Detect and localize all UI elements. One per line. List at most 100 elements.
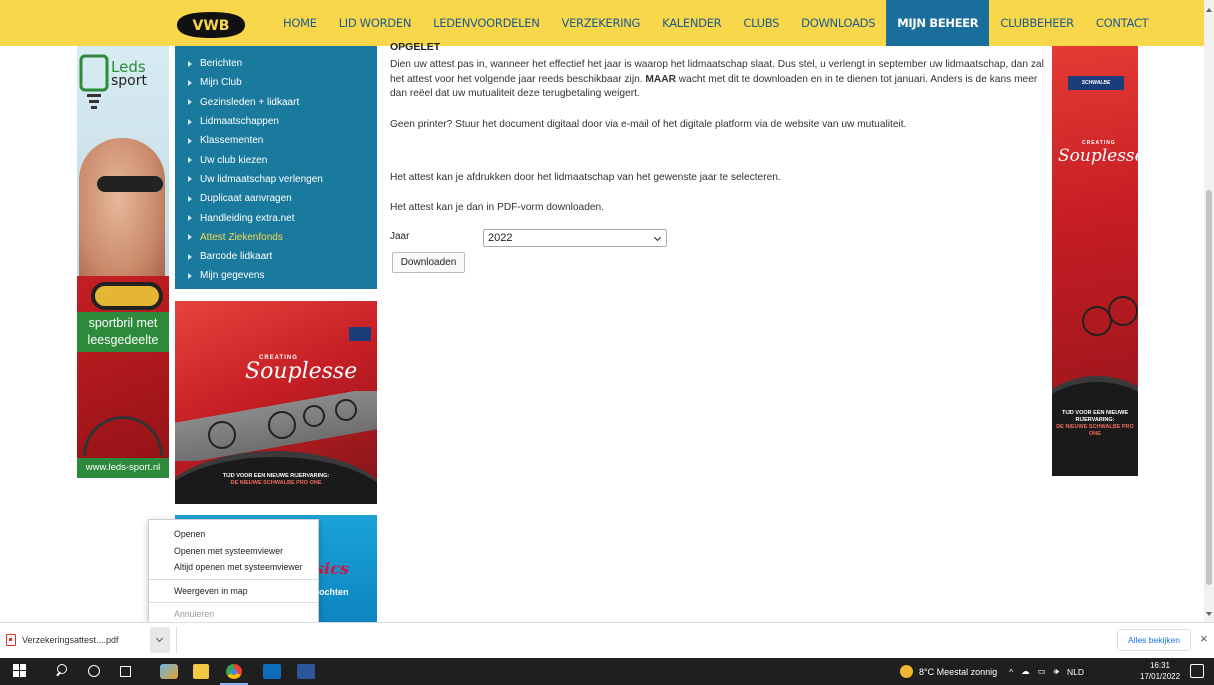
- sidebar-item-uw-club-kiezen[interactable]: Uw club kiezen: [175, 150, 377, 169]
- sidebar-item-uw-lidmaatschap-verlengen[interactable]: Uw lidmaatschap verlengen: [175, 170, 377, 189]
- sidebar-item-attest-ziekenfonds[interactable]: Attest Ziekenfonds: [175, 228, 377, 247]
- nav-mijn-beheer[interactable]: MIJN BEHEER: [886, 0, 990, 46]
- top-navigation: VWB HOME LID WORDEN LEDENVOORDELEN VERZEKER…: [0, 0, 1214, 46]
- bike-wheel-icon: [268, 411, 296, 439]
- caret-right-icon: [188, 195, 192, 202]
- vwb-logo[interactable]: VWB: [173, 10, 249, 40]
- menu-item-altijd-openen-met-systeemviewer[interactable]: Altijd openen met systeemviewer: [149, 559, 318, 576]
- ad-tagline: TIJD VOOR EEN NIEUWE RIJERVARING:: [1061, 410, 1128, 423]
- sidebar-item-label: Klassementen: [200, 135, 264, 147]
- sportbril-icon: [91, 282, 163, 310]
- sidebar-item-label: Uw lidmaatschap verlengen: [200, 173, 323, 185]
- sidebar-item-handleiding-extra-net[interactable]: Handleiding extra.net: [175, 208, 377, 227]
- nav-downloads[interactable]: DOWNLOADS: [790, 0, 886, 46]
- nav-verzekering[interactable]: VERZEKERING: [551, 0, 652, 46]
- close-download-bar-icon[interactable]: ×: [1200, 632, 1208, 646]
- search-icon[interactable]: [54, 664, 68, 679]
- ad-model-face: [79, 138, 165, 288]
- ad-sub: ochten: [319, 587, 349, 597]
- schwalbe-badge-icon: [349, 327, 371, 341]
- taskbar-clock[interactable]: 16:31 17/01/2022: [1140, 660, 1180, 682]
- sport-brand-text: sport: [111, 73, 147, 89]
- browser-page: VWB HOME LID WORDEN LEDENVOORDELEN VERZEKER…: [0, 0, 1214, 685]
- cortana-icon[interactable]: [87, 664, 101, 679]
- tray-overflow-icon[interactable]: ^: [1009, 667, 1013, 677]
- volume-icon[interactable]: 🕪: [1054, 666, 1059, 677]
- sidebar-item-mijn-club[interactable]: Mijn Club: [175, 73, 377, 92]
- nav-ledenvoordelen[interactable]: LEDENVOORDELEN: [422, 0, 550, 46]
- menu-item-openen-met-systeemviewer[interactable]: Openen met systeemviewer: [149, 543, 318, 560]
- bike-wheel-icon: [303, 405, 325, 427]
- sidebar-item-label: Berichten: [200, 58, 243, 70]
- outlook-icon[interactable]: [263, 664, 281, 679]
- notification-center-icon[interactable]: [1190, 664, 1204, 678]
- sidebar-item-barcode-lidkaart[interactable]: Barcode lidkaart: [175, 247, 377, 266]
- nav-kalender[interactable]: KALENDER: [651, 0, 732, 46]
- ad-tagline: TIJD VOOR EEN NIEUWE RIJERVARING:: [222, 473, 330, 479]
- task-view-icon[interactable]: [119, 664, 133, 679]
- menu-item-annuleren: Annuleren: [174, 609, 215, 619]
- file-explorer-icon[interactable]: [193, 664, 209, 679]
- pdf-file-icon: [6, 634, 16, 646]
- sidebar-item-label: Attest Ziekenfonds: [200, 231, 283, 243]
- schwalbe-ad[interactable]: CREATING Souplesse TIJD VOOR EEN NIEUWE …: [175, 301, 377, 504]
- bike-wheel-icon: [208, 421, 236, 449]
- network-icon[interactable]: ▭: [1038, 666, 1046, 677]
- caret-right-icon: [188, 215, 192, 222]
- divider: [176, 627, 177, 653]
- windows-start-icon[interactable]: [13, 664, 27, 679]
- clock-date: 17/01/2022: [1140, 672, 1181, 681]
- leds-sport-ad[interactable]: Leds sport sportbril met leesgedeelte ww…: [77, 46, 169, 478]
- chrome-icon[interactable]: [226, 664, 242, 679]
- sidebar-item-label: Gezinsleden + lidkaart: [200, 96, 300, 108]
- nav-home[interactable]: HOME: [272, 0, 328, 46]
- language-indicator[interactable]: NLD: [1067, 667, 1084, 677]
- bike-wheel-icon: [335, 399, 357, 421]
- word-icon[interactable]: [297, 664, 315, 679]
- download-button[interactable]: Downloaden: [392, 252, 465, 273]
- leds-brand-text: Leds: [111, 58, 146, 76]
- menu-item-weergeven-in-map[interactable]: Weergeven in map: [149, 583, 318, 600]
- show-all-downloads-button[interactable]: Alles bekijken: [1117, 629, 1191, 651]
- sidebar-item-lidmaatschappen[interactable]: Lidmaatschappen: [175, 112, 377, 131]
- caret-right-icon: [188, 253, 192, 260]
- caret-right-icon: [188, 234, 192, 241]
- weather-text[interactable]: 8°C Meestal zonnig: [919, 667, 997, 677]
- page-scrollbar[interactable]: [1204, 0, 1214, 622]
- ad-headline: Souplesse: [245, 359, 358, 384]
- year-select[interactable]: 2022: [483, 229, 667, 247]
- schwalbe-skyscraper-ad[interactable]: SCHWALBE CREATING Souplesse TIJD VOOR EE…: [1052, 46, 1138, 476]
- weather-sun-icon[interactable]: [900, 665, 913, 678]
- scrollbar-thumb[interactable]: [1206, 190, 1212, 585]
- sidebar-item-klassementen[interactable]: Klassementen: [175, 131, 377, 150]
- sidebar-item-duplicaat-aanvragen[interactable]: Duplicaat aanvragen: [175, 189, 377, 208]
- scroll-up-arrow-icon[interactable]: [1206, 8, 1212, 12]
- caret-right-icon: [188, 157, 192, 164]
- sidebar-item-mijn-gegevens[interactable]: Mijn gegevens: [175, 266, 377, 285]
- download-item-name[interactable]: Verzekeringsattest....pdf: [22, 635, 119, 645]
- menu-separator: [149, 578, 318, 580]
- sidebar-item-label: Mijn Club: [200, 77, 242, 89]
- sidebar-item-label: Uw club kiezen: [200, 154, 268, 166]
- nav-contact[interactable]: CONTACT: [1085, 0, 1159, 46]
- sidebar-item-label: Lidmaatschappen: [200, 116, 279, 128]
- photos-app-icon[interactable]: [160, 664, 178, 679]
- sidebar-item-gezinsleden-lidkaart[interactable]: Gezinsleden + lidkaart: [175, 93, 377, 112]
- menu-item-openen[interactable]: Openen: [149, 526, 318, 543]
- onedrive-icon[interactable]: ☁: [1021, 666, 1030, 677]
- nav-clubbeheer[interactable]: CLUBBEHEER: [989, 0, 1085, 46]
- year-label: Jaar: [390, 231, 410, 242]
- caret-right-icon: [188, 137, 192, 144]
- schwalbe-badge: SCHWALBE: [1068, 76, 1124, 90]
- ad-tagline: sportbril met leesgedeelte: [77, 312, 169, 352]
- scroll-down-arrow-icon[interactable]: [1206, 612, 1212, 616]
- sidebar-item-label: Barcode lidkaart: [200, 251, 273, 263]
- sunglasses-icon: [97, 176, 163, 192]
- caret-right-icon: [188, 118, 192, 125]
- chevron-down-icon: [653, 233, 662, 242]
- download-options-button[interactable]: [150, 627, 170, 653]
- chevron-down-icon: [155, 634, 164, 643]
- download-bar: Verzekeringsattest....pdf Alles bekijken…: [0, 622, 1214, 658]
- sidebar-item-berichten[interactable]: Berichten: [175, 54, 377, 73]
- nav-clubs[interactable]: CLUBS: [732, 0, 790, 46]
